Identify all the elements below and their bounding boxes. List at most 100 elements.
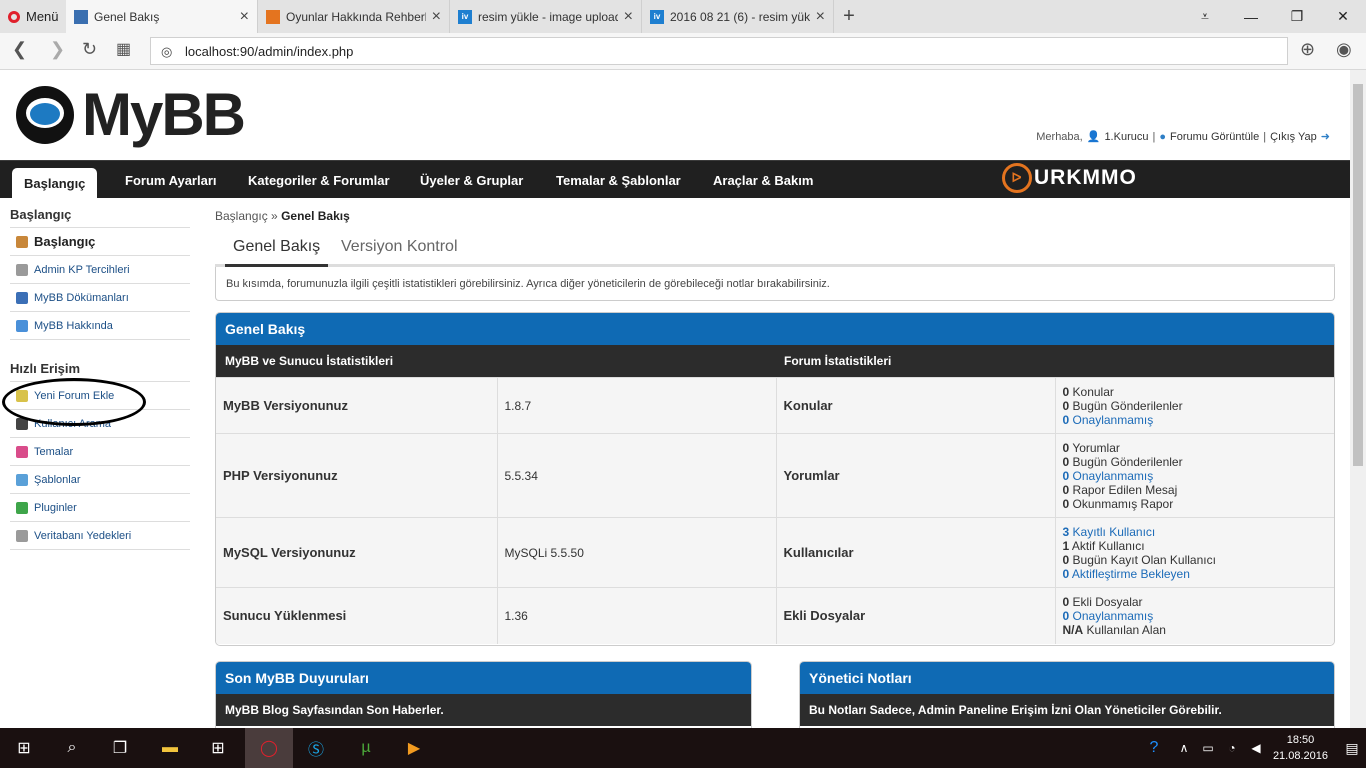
nav-tab-tools[interactable]: Araçlar & Bakım (713, 161, 813, 199)
chevron-up-icon[interactable]: ∧ (1172, 736, 1196, 760)
nav-tab-themes[interactable]: Temalar & Şablonlar (556, 161, 681, 199)
stat-label: Okunmamış Rapor (1072, 496, 1174, 511)
table-row: MySQL Versiyonunuz MySQLi 5.5.50 Kullanıcı… (216, 517, 1334, 588)
table-row: MyBB Versiyonunuz 1.8.7 Konular 0 Konular 0 … (216, 377, 1334, 434)
nav-tab-categories[interactable]: Kategoriler & Forumlar (248, 161, 390, 199)
sidebar-item[interactable]: Şablonlar (10, 466, 190, 494)
browser-tab[interactable]: Genel Bakış × (66, 0, 258, 33)
close-tab-icon[interactable]: × (624, 8, 633, 26)
clock-date: 21.08.2016 (1272, 750, 1328, 762)
sidebar-item[interactable]: Pluginler (10, 494, 190, 522)
separator: | (1152, 130, 1156, 143)
notes-subtitle: Bu Notları Sadece, Admin Paneline Erişim… (800, 694, 1334, 726)
volume-icon[interactable]: ◀ (1244, 736, 1268, 760)
battery-icon[interactable]: ▭ (1196, 736, 1220, 760)
forward-icon[interactable]: ❯ (50, 39, 65, 60)
task-view-icon[interactable]: ❐ (108, 736, 132, 760)
overview-header-row: MyBB ve Sunucu İstatistikleri Forum İsta… (216, 345, 1334, 377)
media-player-icon[interactable]: ▶ (402, 736, 426, 760)
home-icon (16, 235, 28, 248)
clock[interactable]: 18:50 21.08.2016 (1273, 732, 1328, 764)
stat-label: Kullanılan Alan (1086, 622, 1166, 637)
close-tab-icon[interactable]: × (816, 8, 825, 26)
sidebar-section-title: Hızlı Erişim (10, 358, 190, 382)
url-input[interactable]: ◎ localhost:90/admin/index.php (150, 37, 1288, 65)
page-scrollbar[interactable] (1350, 70, 1366, 728)
sidebar-item[interactable]: MyBB Hakkında (10, 312, 190, 340)
url-text: localhost:90/admin/index.php (185, 44, 354, 59)
file-explorer-icon[interactable]: ▬ (158, 736, 182, 760)
minimize-icon[interactable]: — (1228, 0, 1274, 33)
logout-link[interactable]: Çıkış Yap (1270, 131, 1317, 143)
sidebar-item[interactable]: Veritabanı Yedekleri (10, 522, 190, 550)
browser-tab[interactable]: iv 2016 08 21 (6) - resim yükl × (642, 0, 834, 33)
sidebar-item[interactable]: MyBB Dökümanları (10, 284, 190, 312)
maximize-icon[interactable]: ❐ (1274, 0, 1320, 33)
scrollbar-thumb[interactable] (1353, 84, 1363, 466)
stat-line[interactable]: 0 Onaylanmamış (1063, 413, 1328, 427)
sidebar-item-label: Admin KP Tercihleri (34, 263, 130, 276)
stat-line: 0 Bugün Gönderilenler (1063, 455, 1328, 469)
stat-count: 0 (1062, 482, 1070, 497)
forum-stat-details: 0 Konular 0 Bugün Gönderilenler 0 Onaylanm… (1054, 377, 1334, 434)
close-tab-icon[interactable]: × (432, 8, 441, 26)
nav-tab-users[interactable]: Üyeler & Gruplar (420, 161, 523, 199)
stat-line: N/A Kullanılan Alan (1063, 623, 1328, 637)
close-tab-icon[interactable]: × (240, 8, 249, 26)
sidebar: Başlangıç Başlangıç Admin KP Tercihleri My… (10, 204, 190, 550)
start-icon[interactable]: ⊞ (12, 736, 36, 760)
download-icon[interactable]: ⊕ (1300, 39, 1315, 60)
book-icon (16, 291, 28, 304)
nav-tab-forum-settings[interactable]: Forum Ayarları (125, 161, 217, 199)
stat-count: 0 (1062, 398, 1070, 413)
breadcrumb-home-link[interactable]: Başlangıç (215, 209, 268, 223)
stat-label: Aktifleştirme Bekleyen (1071, 566, 1190, 581)
opera-menu-button[interactable]: Menü (0, 0, 66, 33)
gear-icon (16, 263, 28, 276)
tab-overview[interactable]: Genel Bakış (225, 238, 329, 267)
reload-icon[interactable]: ↻ (82, 39, 97, 60)
browser-tab[interactable]: iv resim yükle - image upload × (450, 0, 642, 33)
forum-stat-details: 0 Ekli Dosyalar 0 Onaylanmamış N/A Kullanı… (1054, 587, 1334, 644)
profile-icon[interactable]: ◉ (1336, 39, 1352, 60)
browser-tab[interactable]: Oyunlar Hakkında Rehberle × (258, 0, 450, 33)
new-tab-button[interactable]: + (834, 0, 864, 33)
utorrent-icon[interactable]: µ (354, 736, 378, 760)
stat-count: 0 (1062, 468, 1070, 483)
stat-label: Bugün Gönderilenler (1072, 398, 1183, 413)
tab-favicon-icon: iv (458, 9, 472, 24)
skype-icon[interactable]: Ⓢ (304, 736, 328, 760)
breadcrumb-separator: » (271, 209, 278, 223)
stat-count: 0 (1062, 384, 1070, 399)
content-tabs: Genel Bakış Versiyon Kontrol (215, 234, 1335, 267)
back-icon[interactable]: ❮ (12, 39, 27, 60)
mybb-logo[interactable]: MyBB (16, 80, 246, 149)
breadcrumb: Başlangıç » Genel Bakış (215, 209, 350, 223)
sidebar-item[interactable]: Temalar (10, 438, 190, 466)
wifi-icon[interactable]: ◔ (1220, 736, 1244, 760)
annotation-circle (2, 378, 146, 426)
notifications-icon[interactable]: ▤ (1340, 736, 1364, 760)
nav-tab-home[interactable]: Başlangıç (12, 168, 98, 199)
store-icon[interactable]: ⊞ (206, 736, 230, 760)
menu-label: Menü (26, 9, 59, 24)
sidebar-item[interactable]: Başlangıç (10, 228, 190, 256)
opera-taskbar-icon[interactable]: ◯ (257, 736, 281, 760)
stat-line[interactable]: 0 Onaylanmamış (1063, 469, 1328, 483)
search-icon[interactable]: ⌕ (60, 736, 84, 760)
stat-line[interactable]: 3 Kayıtlı Kullanıcı (1063, 525, 1328, 539)
stat-value: MySQLi 5.5.50 (496, 517, 776, 588)
speed-dial-icon[interactable]: ▦ (116, 39, 131, 59)
view-forum-link[interactable]: Forumu Görüntüle (1170, 131, 1259, 143)
tab-menu-icon[interactable]: ⩡ (1182, 0, 1228, 33)
stat-line[interactable]: 0 Onaylanmamış (1063, 609, 1328, 623)
stat-count: 0 (1062, 594, 1070, 609)
tab-version-check[interactable]: Versiyon Kontrol (341, 238, 458, 256)
close-window-icon[interactable]: ✕ (1320, 0, 1366, 33)
stat-name: MySQL Versiyonunuz (216, 517, 497, 588)
help-icon[interactable]: ? (1142, 736, 1166, 760)
user-link[interactable]: 1.Kurucu (1104, 131, 1148, 143)
stat-count: 3 (1062, 524, 1070, 539)
stat-line[interactable]: 0 Aktifleştirme Bekleyen (1063, 567, 1328, 581)
sidebar-item[interactable]: Admin KP Tercihleri (10, 256, 190, 284)
